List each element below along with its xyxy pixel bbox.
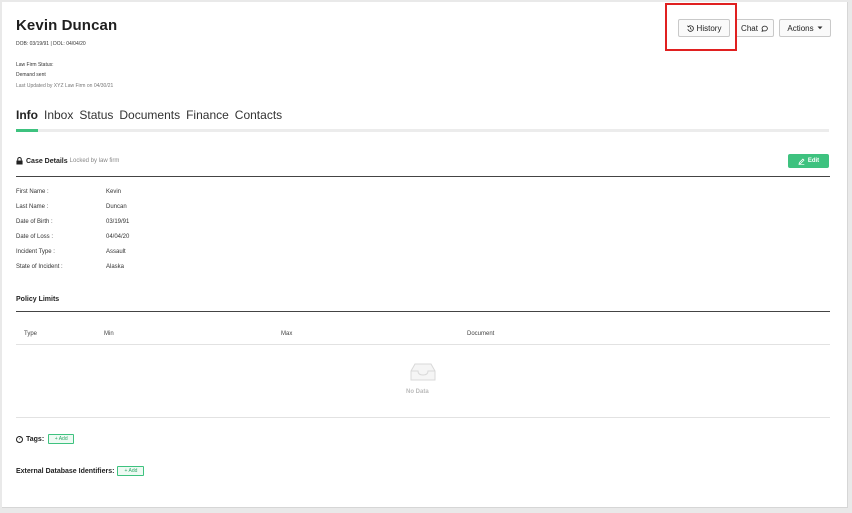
- field-label: Last Name :: [16, 204, 49, 210]
- tab-underline-track: [16, 129, 829, 132]
- table-header-divider: [16, 344, 830, 345]
- lock-icon: [16, 157, 23, 165]
- tab-info[interactable]: Info: [16, 108, 38, 122]
- add-external-id-button[interactable]: + Add: [117, 466, 145, 476]
- pencil-icon: [798, 158, 805, 165]
- field-value-date-of-loss: 04/04/20: [106, 234, 130, 240]
- no-data-text: No Data: [406, 389, 429, 395]
- field-label: Incident Type :: [16, 249, 55, 255]
- case-details-divider: [16, 176, 830, 177]
- external-ids-row: External Database Identifiers: + Add: [16, 466, 145, 476]
- dob-dol-line: DOB: 03/19/91 | DOL: 04/04/20: [16, 41, 86, 47]
- case-details-title: Case Details: [26, 157, 68, 165]
- field-value-first-name: Kevin: [106, 189, 122, 195]
- tags-row: ? Tags: + Add: [16, 434, 75, 444]
- edit-label: Edit: [807, 158, 820, 164]
- field-label: First Name :: [16, 189, 49, 195]
- tab-inbox[interactable]: Inbox: [44, 108, 73, 122]
- policy-limits-divider: [16, 311, 830, 312]
- caret-down-icon: [817, 26, 823, 30]
- field-value-state-of-incident: Alaska: [106, 264, 125, 270]
- empty-inbox-icon: [410, 363, 436, 381]
- active-tab-indicator: [16, 129, 38, 132]
- tab-finance[interactable]: Finance: [186, 108, 229, 122]
- external-ids-label: External Database Identifiers:: [16, 467, 115, 475]
- law-firm-status-label: Law Firm Status:: [16, 62, 54, 68]
- column-header-min: Min: [104, 331, 114, 337]
- history-highlight-box: [665, 3, 737, 51]
- chat-bubble-icon: [761, 25, 768, 32]
- help-circle-icon: ?: [16, 435, 23, 443]
- table-bottom-divider: [16, 417, 830, 418]
- add-tag-button[interactable]: + Add: [48, 434, 75, 444]
- column-header-max: Max: [281, 331, 293, 337]
- locked-note: Locked by law firm: [69, 158, 120, 164]
- tab-bar: Info Inbox Status Documents Finance Cont…: [16, 108, 288, 122]
- edit-button[interactable]: Edit: [788, 154, 829, 168]
- chat-button[interactable]: Chat: [735, 19, 774, 37]
- field-label: Date of Birth :: [16, 219, 53, 225]
- tags-label: Tags:: [26, 435, 45, 443]
- field-value-last-name: Duncan: [106, 204, 127, 210]
- demand-status: Demand sent: [16, 72, 46, 78]
- tab-contacts[interactable]: Contacts: [235, 108, 282, 122]
- last-updated: Last Updated by XYZ Law Firm on 04/30/21: [16, 83, 114, 89]
- column-header-document: Document: [467, 331, 495, 337]
- field-value-incident-type: Assault: [106, 249, 126, 255]
- case-panel: [2, 2, 848, 508]
- actions-label: Actions: [787, 23, 814, 33]
- field-label: Date of Loss :: [16, 234, 54, 240]
- case-details-header: Case Details Locked by law firm: [16, 157, 119, 165]
- policy-limits-title: Policy Limits: [16, 296, 60, 303]
- tab-status[interactable]: Status: [79, 108, 113, 122]
- field-value-date-of-birth: 03/19/91: [106, 219, 130, 225]
- column-header-type: Type: [24, 331, 38, 337]
- field-label: State of Incident :: [16, 264, 63, 270]
- tab-documents[interactable]: Documents: [119, 108, 180, 122]
- actions-dropdown-button[interactable]: Actions: [779, 19, 831, 37]
- page-title: Kevin Duncan: [16, 17, 118, 34]
- chat-label: Chat: [741, 23, 758, 33]
